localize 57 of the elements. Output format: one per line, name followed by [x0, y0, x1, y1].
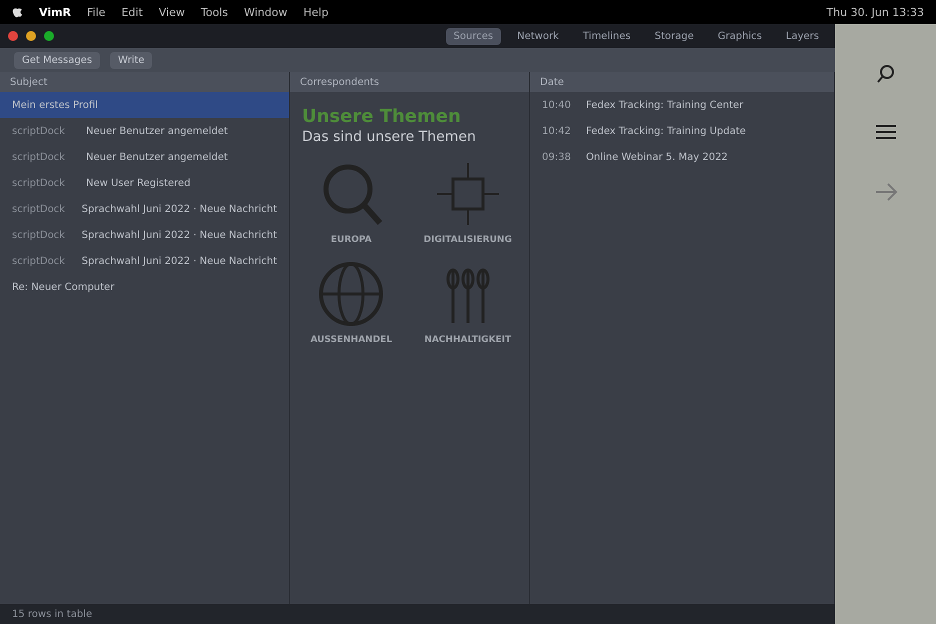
subject-text: Mein erstes Profil — [12, 100, 98, 110]
sender-text: scriptDock — [12, 126, 66, 136]
sender-text: scriptDock — [12, 178, 66, 188]
message-row[interactable]: scriptDock Sprachwahl Juni 2022 · Neue Nachricht — [0, 222, 289, 248]
sender-text: scriptDock — [12, 230, 66, 240]
message-row[interactable]: scriptDock Neuer Benutzer angemeldet — [0, 118, 289, 144]
subject-text: Neuer Benutzer angemeldet — [86, 126, 228, 136]
sender-text: scriptDock — [12, 204, 66, 214]
time-text: 09:38 — [542, 152, 572, 162]
message-row[interactable]: Mein erstes Profil — [0, 92, 289, 118]
time-text: 10:42 — [542, 126, 572, 136]
status-text: 15 rows in table — [0, 604, 835, 624]
menu-item[interactable]: View — [158, 6, 185, 18]
message-row[interactable]: scriptDock New User Registered — [0, 170, 289, 196]
devtools-tab[interactable]: Sources — [446, 28, 502, 44]
row-text: Fedex Tracking: Training Update — [586, 126, 746, 136]
sender-text: scriptDock — [12, 152, 66, 162]
devtools-tab[interactable]: Graphics — [710, 28, 770, 44]
time-text: 10:40 — [542, 100, 572, 110]
topic-label: EUROPA — [330, 235, 372, 245]
get-messages-button[interactable]: Get Messages — [14, 52, 100, 68]
menu-item[interactable]: Edit — [121, 6, 143, 18]
page-subtitle: Das sind unsere Themen — [302, 129, 477, 145]
message-row[interactable]: scriptDock Neuer Benutzer angemeldet — [0, 144, 289, 170]
subject-text: Neuer Benutzer angemeldet — [86, 152, 228, 162]
column-header[interactable]: Date — [530, 72, 834, 92]
devtools-tab[interactable]: Storage — [646, 28, 702, 44]
column-header[interactable]: Subject — [0, 72, 289, 92]
devtools-tab[interactable]: Network — [509, 28, 567, 44]
subject-text: Sprachwahl Juni 2022 · Neue Nachricht — [82, 256, 277, 266]
list-row[interactable]: 10:42 Fedex Tracking: Training Update — [530, 118, 834, 144]
menu-item[interactable]: Tools — [200, 6, 228, 18]
page-title: Unsere Themen — [302, 106, 462, 127]
app-menu[interactable]: VimR — [39, 6, 72, 18]
message-row[interactable]: scriptDock Sprachwahl Juni 2022 · Neue Nachricht — [0, 196, 289, 222]
devtools-tab[interactable]: Timelines — [574, 28, 639, 44]
message-row[interactable]: scriptDock Sprachwahl Juni 2022 · Neue Nachricht — [0, 248, 289, 274]
message-row[interactable]: Re: Neuer Computer — [0, 274, 289, 300]
subject-text: Re: Neuer Computer — [12, 282, 114, 292]
sender-text: scriptDock — [12, 256, 66, 266]
write-button[interactable]: Write — [110, 52, 152, 68]
subject-text: Sprachwahl Juni 2022 · Neue Nachricht — [82, 230, 277, 240]
column-header[interactable]: Correspondents — [290, 72, 529, 92]
menu-bar-clock: Thu 30. Jun 13:33 — [826, 6, 924, 18]
list-row[interactable]: 10:40 Fedex Tracking: Training Center — [530, 92, 834, 118]
menu-item[interactable]: Window — [244, 6, 288, 18]
menu-item[interactable]: File — [87, 6, 106, 18]
devtools-tab[interactable]: Layers — [778, 28, 827, 44]
row-text: Online Webinar 5. May 2022 — [586, 152, 728, 162]
topic-label: DIGITALISIERUNG — [424, 235, 512, 245]
topic-label: AUSSENHANDEL — [310, 335, 392, 345]
list-row[interactable]: 09:38 Online Webinar 5. May 2022 — [530, 144, 834, 170]
subject-text: Sprachwahl Juni 2022 · Neue Nachricht — [82, 204, 277, 214]
menu-item[interactable]: Help — [303, 6, 328, 18]
row-text: Fedex Tracking: Training Center — [586, 100, 744, 110]
subject-text: New User Registered — [86, 178, 190, 188]
topic-label: NACHHALTIGKEIT — [424, 335, 512, 345]
